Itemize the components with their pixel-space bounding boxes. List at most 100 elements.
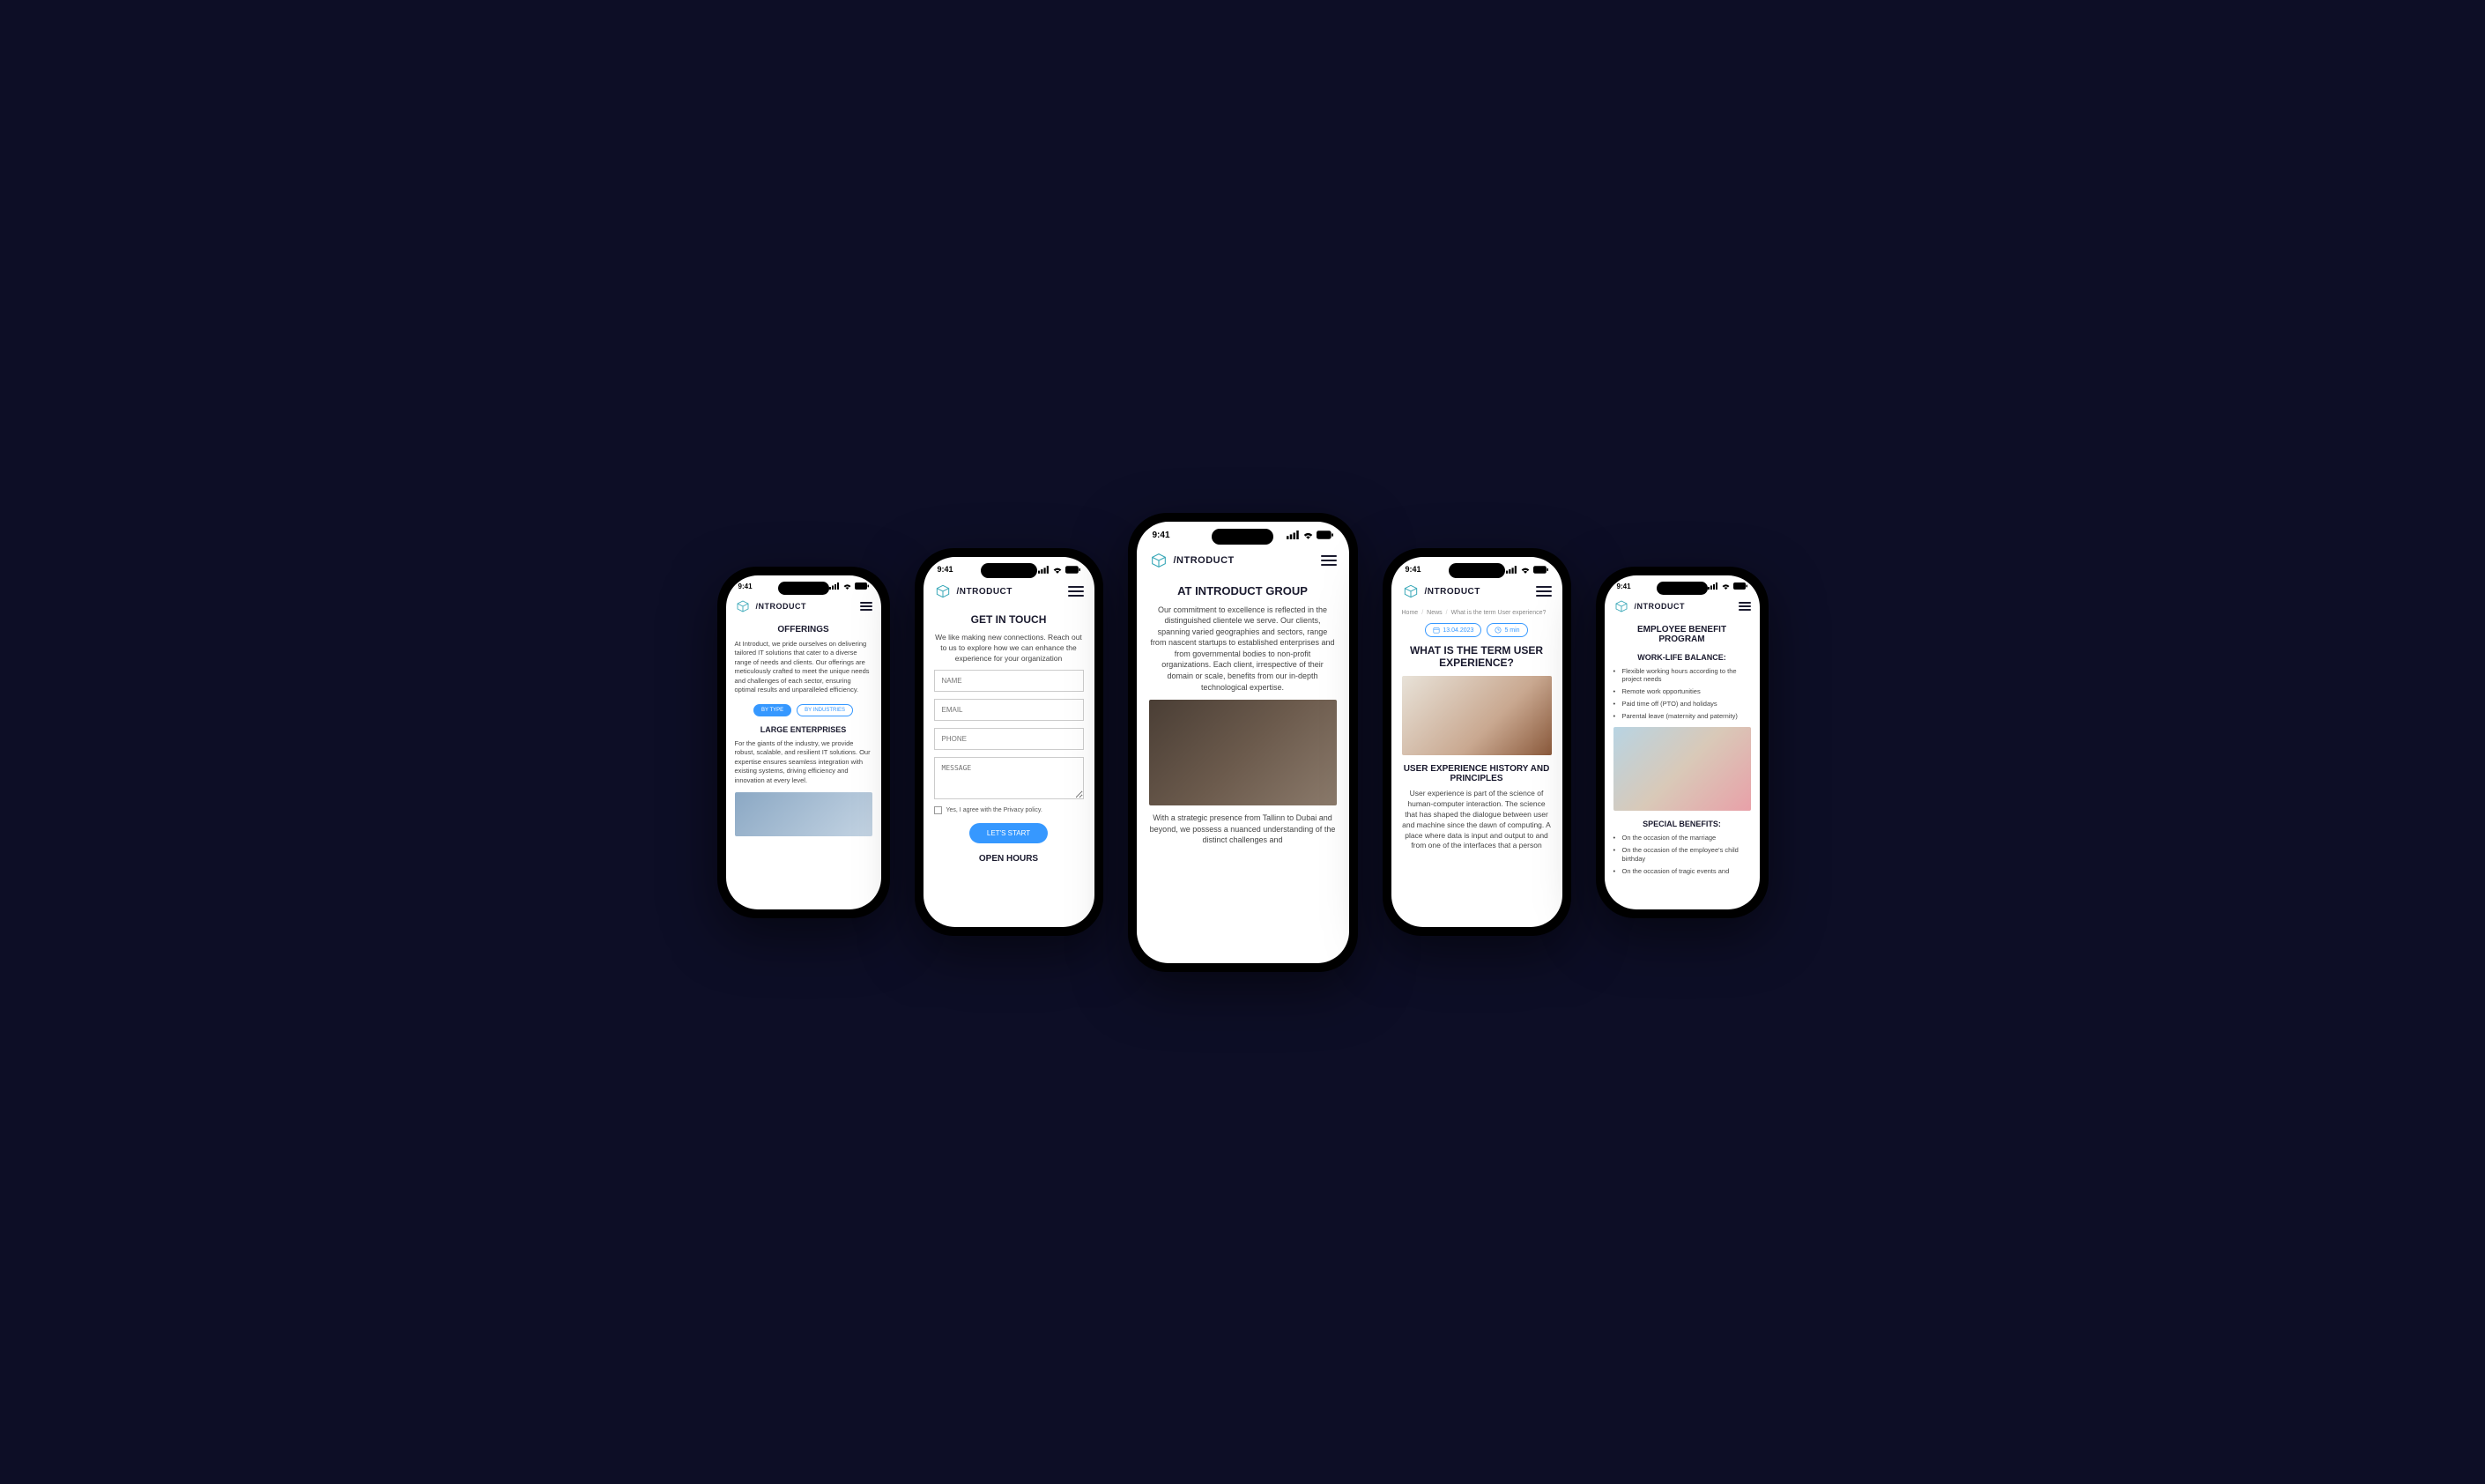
menu-button[interactable] bbox=[860, 602, 872, 611]
list-item: Parental leave (maternity and paternity) bbox=[1613, 712, 1751, 721]
signal-icon bbox=[1038, 566, 1050, 574]
benefit-image bbox=[1613, 727, 1751, 811]
status-icons bbox=[1506, 566, 1548, 574]
section1-list: Flexible working hours according to the … bbox=[1613, 667, 1751, 721]
section1-title: WORK-LIFE BALANCE: bbox=[1613, 653, 1751, 662]
signal-icon bbox=[829, 582, 840, 590]
message-field[interactable] bbox=[934, 757, 1084, 799]
notch bbox=[1449, 563, 1505, 578]
privacy-checkbox-row[interactable]: Yes, I agree with the Privacy policy. bbox=[934, 806, 1084, 814]
wifi-icon bbox=[1052, 566, 1063, 574]
breadcrumb-home[interactable]: Home bbox=[1402, 610, 1419, 616]
date-badge: 13.04.2023 bbox=[1425, 623, 1481, 637]
status-time: 9:41 bbox=[1617, 582, 1631, 590]
article-image bbox=[1402, 676, 1552, 755]
list-item: On the occasion of the marriage bbox=[1613, 834, 1751, 842]
battery-icon bbox=[1733, 582, 1747, 590]
open-hours-title: OPEN HOURS bbox=[934, 854, 1084, 864]
brand-name: /NTRODUCT bbox=[1174, 555, 1235, 566]
read-time-badge: 5 min bbox=[1487, 623, 1527, 637]
page-title: EMPLOYEE BENEFIT PROGRAM bbox=[1613, 625, 1751, 644]
nav-bar: /NTRODUCT bbox=[924, 576, 1094, 606]
phone-benefits: 9:41 /NTRODUCT EMPLOYEE BENEFIT PROGRAM … bbox=[1596, 567, 1769, 918]
notch bbox=[981, 563, 1037, 578]
list-item: Paid time off (PTO) and holidays bbox=[1613, 700, 1751, 709]
nav-bar: /NTRODUCT bbox=[1605, 593, 1760, 620]
intro-text: At Introduct, we pride ourselves on deli… bbox=[735, 640, 872, 695]
menu-button[interactable] bbox=[1321, 555, 1337, 566]
list-item: Remote work opportunities bbox=[1613, 687, 1751, 696]
nav-bar: /NTRODUCT bbox=[1391, 576, 1562, 606]
article-subtitle: USER EXPERIENCE HISTORY AND PRINCIPLES bbox=[1402, 764, 1552, 783]
checkbox-icon[interactable] bbox=[934, 806, 942, 814]
brand-logo[interactable]: /NTRODUCT bbox=[1402, 582, 1480, 600]
battery-icon bbox=[1317, 531, 1333, 539]
article-body: User experience is part of the science o… bbox=[1402, 789, 1552, 851]
article-title: WHAT IS THE TERM USER EXPERIENCE? bbox=[1402, 644, 1552, 669]
phone-about: 9:41 /NTRODUCT AT INTRODUCT GROUP Our co… bbox=[1128, 513, 1358, 972]
brand-logo[interactable]: /NTRODUCT bbox=[735, 598, 807, 614]
status-icons bbox=[1038, 566, 1080, 574]
nav-bar: /NTRODUCT bbox=[1137, 544, 1349, 577]
notch bbox=[778, 582, 829, 595]
brand-name: /NTRODUCT bbox=[756, 602, 807, 611]
phone-field[interactable] bbox=[934, 728, 1084, 750]
section-body: For the giants of the industry, we provi… bbox=[735, 739, 872, 786]
status-time: 9:41 bbox=[1406, 565, 1421, 574]
brand-logo[interactable]: /NTRODUCT bbox=[1613, 598, 1686, 614]
status-icons bbox=[1287, 531, 1333, 539]
wifi-icon bbox=[1721, 582, 1731, 590]
signal-icon bbox=[1506, 566, 1517, 574]
section-title: LARGE ENTERPRISES bbox=[735, 725, 872, 734]
logo-icon bbox=[1402, 582, 1420, 600]
status-time: 9:41 bbox=[1153, 531, 1170, 540]
list-item: Flexible working hours according to the … bbox=[1613, 667, 1751, 685]
status-icons bbox=[829, 582, 869, 590]
battery-icon bbox=[1533, 566, 1548, 574]
meta-row: 13.04.2023 5 min bbox=[1402, 623, 1552, 637]
logo-icon bbox=[1149, 551, 1168, 570]
notch bbox=[1212, 529, 1273, 545]
logo-icon bbox=[934, 582, 952, 600]
tab-by-industries[interactable]: BY INDUSTRIES bbox=[797, 704, 853, 716]
logo-icon bbox=[735, 598, 751, 614]
section2-list: On the occasion of the marriage On the o… bbox=[1613, 834, 1751, 875]
brand-logo[interactable]: /NTRODUCT bbox=[1149, 551, 1235, 570]
status-time: 9:41 bbox=[938, 565, 953, 574]
team-image bbox=[1149, 700, 1337, 805]
tab-by-type[interactable]: BY TYPE bbox=[753, 704, 791, 716]
phone-article: 9:41 /NTRODUCT Home / News / What is the… bbox=[1383, 548, 1571, 936]
page-title: GET IN TOUCH bbox=[934, 613, 1084, 626]
clock-icon bbox=[1495, 627, 1502, 634]
breadcrumb-news[interactable]: News bbox=[1427, 610, 1443, 616]
status-icons bbox=[1708, 582, 1747, 590]
phone-offerings: 9:41 /NTRODUCT OFFERINGS At Introduct, w… bbox=[717, 567, 890, 918]
page-title: OFFERINGS bbox=[735, 625, 872, 634]
battery-icon bbox=[855, 582, 869, 590]
nav-bar: /NTRODUCT bbox=[726, 593, 881, 620]
about-p2: With a strategic presence from Tallinn t… bbox=[1149, 812, 1337, 846]
list-item: On the occasion of the employee's child … bbox=[1613, 846, 1751, 864]
phone-contact: 9:41 /NTRODUCT GET IN TOUCH We like maki… bbox=[915, 548, 1103, 936]
tab-row: BY TYPE BY INDUSTRIES bbox=[735, 704, 872, 716]
battery-icon bbox=[1065, 566, 1080, 574]
brand-logo[interactable]: /NTRODUCT bbox=[934, 582, 1013, 600]
email-field[interactable] bbox=[934, 699, 1084, 721]
page-title: AT INTRODUCT GROUP bbox=[1149, 584, 1337, 597]
breadcrumb: Home / News / What is the term User expe… bbox=[1402, 610, 1552, 616]
calendar-icon bbox=[1433, 627, 1440, 634]
submit-button[interactable]: LET'S START bbox=[969, 823, 1048, 843]
wifi-icon bbox=[842, 582, 852, 590]
status-time: 9:41 bbox=[738, 582, 753, 590]
enterprise-image bbox=[735, 792, 872, 836]
brand-name: /NTRODUCT bbox=[957, 587, 1013, 597]
logo-icon bbox=[1613, 598, 1629, 614]
wifi-icon bbox=[1302, 531, 1314, 539]
menu-button[interactable] bbox=[1739, 602, 1751, 611]
about-p1: Our commitment to excellence is reflecte… bbox=[1149, 605, 1337, 694]
menu-button[interactable] bbox=[1068, 586, 1084, 597]
section2-title: SPECIAL BENEFITS: bbox=[1613, 820, 1751, 828]
menu-button[interactable] bbox=[1536, 586, 1552, 597]
name-field[interactable] bbox=[934, 670, 1084, 692]
list-item: On the occasion of tragic events and bbox=[1613, 867, 1751, 876]
